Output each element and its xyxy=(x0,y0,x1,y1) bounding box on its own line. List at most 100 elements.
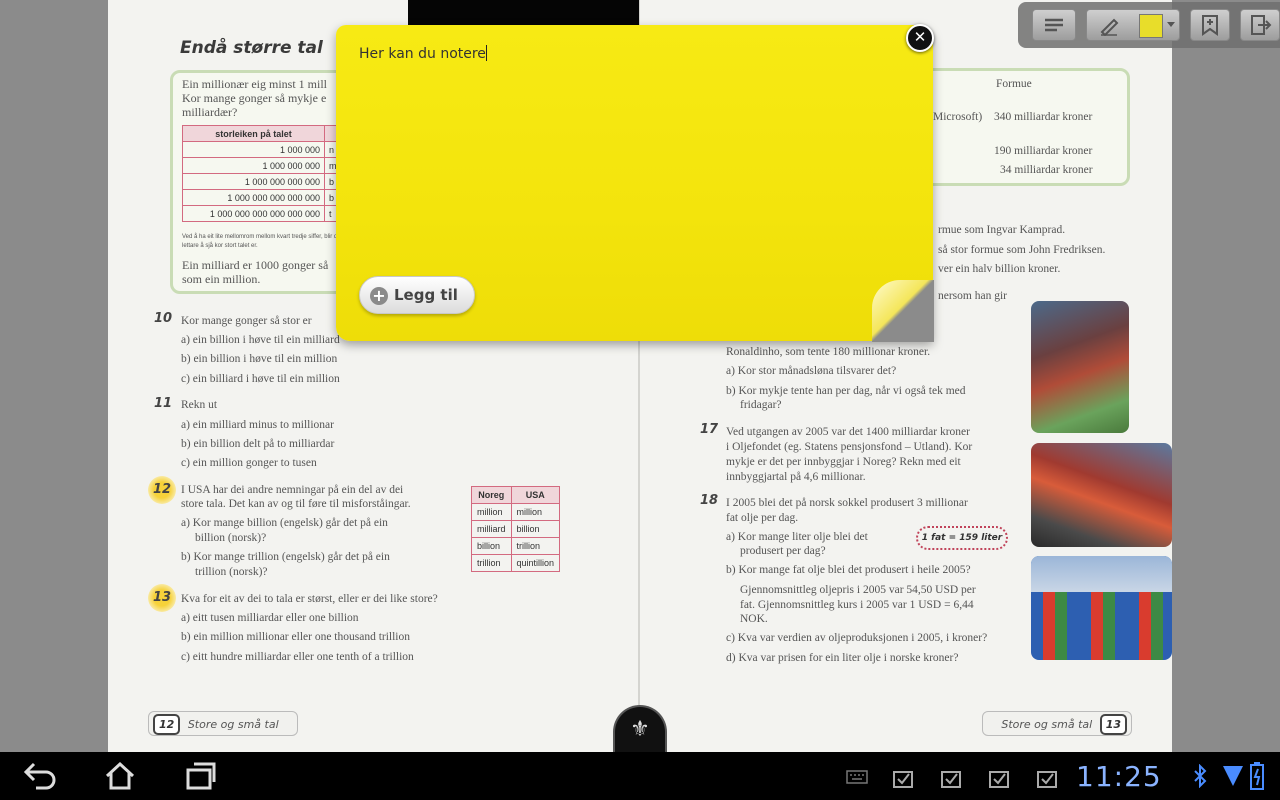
size-table-cell: 1 000 000 xyxy=(182,141,325,158)
note-textarea[interactable]: Her kan du notere xyxy=(359,45,487,62)
usa-table-header: USA xyxy=(510,486,561,504)
info-box-footer: som ein million. xyxy=(182,272,261,286)
exit-button[interactable] xyxy=(1240,9,1280,41)
task-line: c) ein million gonger to tusen xyxy=(181,457,317,469)
system-bar: 11:25 xyxy=(0,752,1280,800)
page-footer-label: Store og små tal xyxy=(187,718,279,731)
info-box-line: Kor mange gonger så mykje e xyxy=(182,91,327,105)
page-footer-left: 12 Store og små tal xyxy=(148,711,298,736)
top-tab xyxy=(408,0,639,26)
text-line: nersom han gir xyxy=(938,290,1007,302)
status-clock: 11:25 xyxy=(1076,760,1162,793)
plus-icon: + xyxy=(370,287,388,305)
size-table-cell: 1 000 000 000 000 000 xyxy=(182,189,325,206)
page-number: 13 xyxy=(1099,714,1127,735)
download-done-icon xyxy=(989,771,1009,788)
task-line: d) Kva var prisen for ein liter olje i n… xyxy=(726,652,959,664)
task-line: i Oljefondet (eg. Statens pensjonsfond –… xyxy=(726,441,973,453)
task-line: a) ein billion i høve til ein milliard xyxy=(181,334,340,346)
wealth-value: 190 milliardar kroner xyxy=(994,145,1093,157)
task-line: Gjennomsnittleg oljepris i 2005 var 54,5… xyxy=(740,584,976,596)
book-reader: Endå større tal Ein millionær eig minst … xyxy=(0,0,1280,752)
add-note-button[interactable]: + Legg til xyxy=(359,276,475,314)
task-number: 17 xyxy=(700,422,719,437)
chapter-title: Endå større tal xyxy=(180,38,323,58)
task-line: mykje er det per innbyggjar i Noreg? Rek… xyxy=(726,456,961,468)
usa-table-cell: milliard xyxy=(471,520,512,538)
wifi-icon xyxy=(1223,766,1243,786)
info-box-line: milliardær? xyxy=(182,105,238,119)
task-line: produsert per dag? xyxy=(740,545,826,557)
task-line: a) Kor stor månadsløna tilsvarer det? xyxy=(726,365,897,377)
size-table-header: storleiken på talet xyxy=(182,125,325,142)
task-line: NOK. xyxy=(740,613,768,625)
task-line: Ved utgangen av 2005 var det 1400 millia… xyxy=(726,426,970,438)
reader-toolbar xyxy=(1018,2,1280,48)
task-line: store tala. Det kan av og til føre til m… xyxy=(181,498,411,510)
task-line: b) Kor mange trillion (engelsk) går det … xyxy=(181,551,390,563)
keyboard-icon xyxy=(846,770,868,784)
task-line: fat. Gjennomsnittleg kurs i 2005 var 1 U… xyxy=(740,599,974,611)
note-list-icon xyxy=(1045,18,1063,32)
download-done-icon xyxy=(941,771,961,788)
usa-table-cell: quintillion xyxy=(510,554,561,572)
task-line: a) ein milliard minus to millionar xyxy=(181,419,334,431)
download-done-icon xyxy=(893,771,913,788)
task-line: fat olje per dag. xyxy=(726,512,799,524)
task-line: Rekn ut xyxy=(181,399,218,411)
close-note-button[interactable]: ✕ xyxy=(906,24,934,52)
task-number: 10 xyxy=(154,311,173,326)
task-number-star: 13 xyxy=(148,584,176,612)
task-line: a) Kor mange billion (engelsk) går det p… xyxy=(181,517,388,529)
wealth-value: 340 milliardar kroner xyxy=(994,111,1093,123)
task-line: a) eitt tusen milliardar eller one billi… xyxy=(181,612,359,624)
chevron-down-icon xyxy=(1167,22,1175,27)
color-swatch-icon[interactable] xyxy=(1139,14,1163,38)
add-note-label: Legg til xyxy=(394,286,458,304)
page-footer-right: Store og små tal 13 xyxy=(982,711,1132,736)
size-table-cell: 1 000 000 000 xyxy=(182,157,325,174)
back-icon[interactable] xyxy=(22,760,58,792)
text-line: så stor formue som John Fredriksen. xyxy=(938,244,1106,256)
task-line: innbyggjartal på 4,6 millionar. xyxy=(726,471,866,483)
note-list-button[interactable] xyxy=(1032,9,1076,41)
bookmark-button[interactable] xyxy=(1190,9,1230,41)
task-line: b) ein million millionar eller one thous… xyxy=(181,631,411,643)
task-line: c) eitt hundre milliardar eller one tent… xyxy=(181,651,414,663)
info-box-footer: Ein milliard er 1000 gonger så xyxy=(182,258,329,272)
usa-table-cell: trillion xyxy=(471,554,512,572)
usa-table-header: Noreg xyxy=(471,486,512,504)
publisher-logo[interactable]: ⚜ xyxy=(613,705,667,752)
note-text: Her kan du notere xyxy=(359,46,486,62)
home-icon[interactable] xyxy=(103,760,137,792)
task-line: Kor mange gonger så stor er xyxy=(181,315,312,327)
task-line: b) Kor mykje tente han per dag, når vi o… xyxy=(726,385,966,397)
battery-icon xyxy=(1250,762,1264,790)
page-number: 12 xyxy=(153,714,181,735)
info-box-line: Ein millionær eig minst 1 mill xyxy=(182,77,328,91)
pen-color-button[interactable] xyxy=(1086,9,1180,41)
usa-table: Noreg USA million million milliard billion … xyxy=(471,486,561,572)
task-line: c) ein billiard i høve til ein million xyxy=(181,373,340,385)
usa-table-cell: trillion xyxy=(510,537,561,555)
download-done-icon xyxy=(1037,771,1057,788)
oil-barrels-photo xyxy=(1031,556,1172,660)
page-footer-label: Store og små tal xyxy=(1001,718,1093,731)
task-line: fridagar? xyxy=(740,399,782,411)
exit-icon xyxy=(1251,15,1272,35)
task-line: a) Kor mange liter olje blei det xyxy=(726,531,868,543)
usa-table-cell: billion xyxy=(510,520,561,538)
task-line: billion (norsk)? xyxy=(195,532,267,544)
recent-apps-icon[interactable] xyxy=(184,760,218,792)
text-line: ver ein halv billion kroner. xyxy=(938,263,1061,275)
bookmark-icon xyxy=(1202,15,1218,36)
task-line: b) Kor mange fat olje blei det produsert… xyxy=(726,564,971,576)
bluetooth-icon xyxy=(1194,764,1207,788)
size-table-cell: 1 000 000 000 000 xyxy=(182,173,325,190)
wealth-header: Formue xyxy=(996,78,1032,90)
task-line: trillion (norsk)? xyxy=(195,566,268,578)
usa-table-cell: billion xyxy=(471,537,512,555)
task-line: b) ein billion delt på to milliardar xyxy=(181,438,335,450)
pen-icon xyxy=(1100,18,1119,36)
football-photo xyxy=(1031,301,1129,433)
